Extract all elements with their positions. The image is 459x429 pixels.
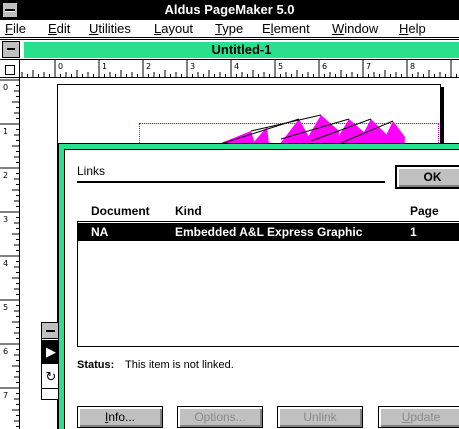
links-list[interactable]: NA Embedded A&L Express Graphic 1 (77, 221, 459, 347)
ruler-number: 3 (3, 215, 8, 224)
links-dialog: Links OK Document Kind Page NA Embedded … (58, 143, 459, 429)
menu-type[interactable]: Type (214, 20, 244, 37)
status-label: Status: (77, 359, 115, 371)
ruler-number: 2 (3, 171, 8, 180)
ruler-number: 2 (146, 62, 151, 71)
ok-button[interactable]: OK (395, 165, 459, 189)
link-page: 1 (410, 225, 417, 239)
dialog-title: Links (77, 164, 106, 178)
ruler-number: 1 (102, 62, 107, 71)
column-header-kind: Kind (175, 204, 202, 218)
horizontal-ruler: 0 1 2 3 4 5 6 7 8 (20, 60, 459, 78)
document-title: Untitled-1 (24, 42, 459, 58)
ruler-number: 3 (190, 62, 195, 71)
dialog-title-rule (77, 181, 385, 183)
links-dialog-body: Links OK Document Kind Page NA Embedded … (64, 149, 459, 429)
menu-utilities[interactable]: Utilities (88, 20, 132, 37)
document-control-menu-icon[interactable] (2, 41, 20, 58)
info-button[interactable]: Info... (77, 406, 163, 428)
vertical-ruler: 0 1 2 3 4 5 6 7 (0, 78, 20, 429)
options-button[interactable]: Options... (177, 406, 263, 428)
menu-layout[interactable]: Layout (153, 20, 194, 37)
column-header-document: Document (91, 204, 150, 218)
link-row-selected[interactable]: NA Embedded A&L Express Graphic 1 (78, 223, 459, 241)
ruler-number: 7 (3, 391, 8, 400)
menu-bar: File Edit Utilities Layout Type Element … (0, 20, 459, 38)
ruler-number: 1 (3, 127, 8, 136)
ruler-number: 6 (3, 347, 8, 356)
menu-file[interactable]: File (4, 20, 27, 37)
ruler-number: 7 (366, 62, 371, 71)
ruler-number: 0 (58, 62, 63, 71)
ruler-number: 6 (322, 62, 327, 71)
document-title-bar: Untitled-1 (0, 39, 459, 60)
link-kind: Embedded A&L Express Graphic (175, 225, 363, 239)
app-system-menu-icon[interactable] (2, 2, 18, 18)
ruler-number: 0 (3, 83, 8, 92)
ruler-zero-point[interactable] (0, 60, 20, 78)
unlink-button[interactable]: Unlink (277, 406, 363, 428)
link-document: NA (91, 225, 109, 239)
vertical-ruler-ticks: 0 1 2 3 4 5 6 7 (0, 79, 19, 427)
ruler-number: 4 (3, 259, 8, 268)
ruler-number: 8 (410, 62, 415, 71)
update-button[interactable]: Update (378, 406, 459, 428)
menu-window[interactable]: Window (331, 20, 379, 37)
app-title-bar: Aldus PageMaker 5.0 (0, 0, 459, 20)
ruler-number: 5 (3, 303, 8, 312)
menu-edit[interactable]: Edit (47, 20, 71, 37)
app-title: Aldus PageMaker 5.0 (164, 2, 295, 17)
column-header-page: Page (410, 204, 439, 218)
menu-element[interactable]: Element (261, 20, 311, 37)
status-text: This item is not linked. (125, 359, 234, 371)
horizontal-ruler-ticks: 0 1 2 3 4 5 6 7 8 (21, 60, 457, 77)
ruler-number: 4 (234, 62, 239, 71)
menu-help[interactable]: Help (398, 20, 427, 37)
ruler-number: 5 (278, 62, 283, 71)
